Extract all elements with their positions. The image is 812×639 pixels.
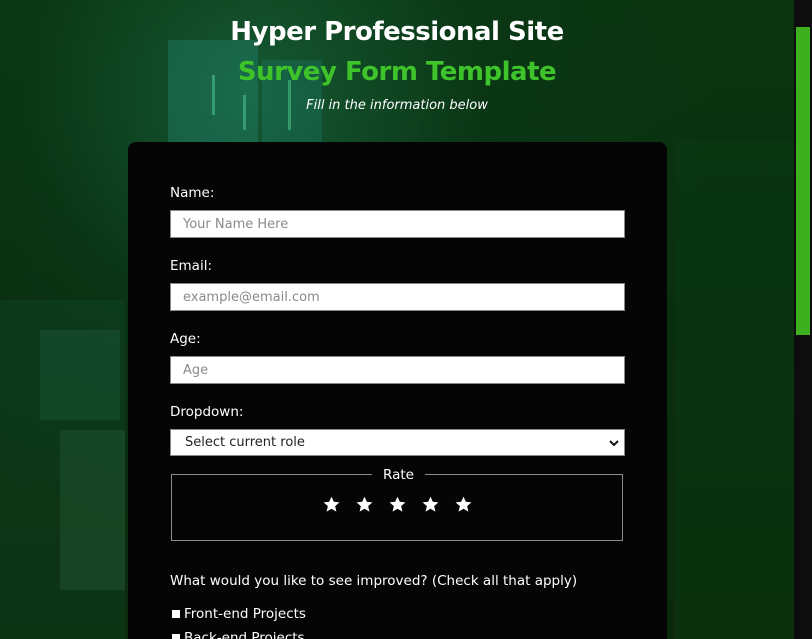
star-icon[interactable] (355, 495, 374, 514)
survey-form: Name: Email: Age: Dropdown: Select curre… (128, 142, 667, 639)
rate-legend: Rate (372, 466, 425, 484)
checkbox-back-end[interactable]: Back-end Projects (172, 630, 305, 639)
page: Hyper Professional Site Survey Form Temp… (0, 0, 812, 639)
age-label: Age: (170, 331, 201, 347)
name-label: Name: (170, 185, 215, 201)
checkbox-label: Back-end Projects (184, 630, 305, 639)
checkbox-front-end[interactable]: Front-end Projects (172, 606, 306, 622)
dropdown-selected-value: Select current role (185, 435, 305, 450)
tagline: Fill in the information below (306, 98, 488, 113)
star-icon[interactable] (322, 495, 341, 514)
email-input[interactable] (170, 283, 625, 311)
star-icon[interactable] (388, 495, 407, 514)
star-icon[interactable] (454, 495, 473, 514)
age-input[interactable] (170, 356, 625, 384)
dropdown-label: Dropdown: (170, 404, 244, 420)
form-title: Survey Form Template (237, 57, 557, 87)
rating-fieldset: Rate (171, 466, 623, 541)
star-rating (322, 495, 473, 514)
role-dropdown[interactable]: Select current role (170, 429, 625, 456)
chevron-down-icon (609, 440, 619, 447)
checkbox-box[interactable] (172, 610, 180, 618)
star-icon[interactable] (421, 495, 440, 514)
email-label: Email: (170, 258, 213, 274)
scrollbar[interactable] (794, 0, 812, 639)
checkbox-label: Front-end Projects (184, 606, 306, 622)
checkbox-box[interactable] (172, 634, 180, 639)
name-input[interactable] (170, 210, 625, 238)
site-title: Hyper Professional Site (230, 17, 564, 47)
header: Hyper Professional Site Survey Form Temp… (0, 12, 794, 113)
scrollbar-thumb[interactable] (796, 27, 810, 335)
improve-question: What would you like to see improved? (Ch… (170, 573, 578, 589)
